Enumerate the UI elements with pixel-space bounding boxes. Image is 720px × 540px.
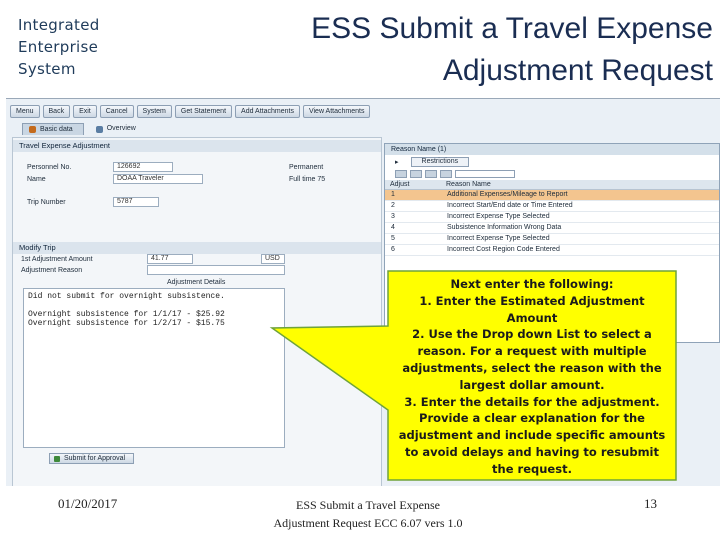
- permanent-label: Permanent: [289, 164, 324, 171]
- callout-line: the request.: [492, 461, 572, 476]
- toolbar-button-view-attachments[interactable]: View Attachments: [302, 105, 371, 118]
- callout-line: 2. Use the Drop down List to select a: [412, 327, 652, 342]
- brand-line-1: Integrated: [18, 16, 100, 34]
- toolbar-button-system[interactable]: System: [136, 105, 172, 118]
- toolbar: Menu Back Exit Cancel System Get Statement Add…: [10, 105, 371, 118]
- submit-button-label: Submit for Approval: [64, 455, 126, 462]
- details-textarea[interactable]: Did not submit for overnight subsistence…: [23, 288, 285, 448]
- brand-line-2: Enterprise: [18, 38, 99, 56]
- restrictions-button[interactable]: Restrictions: [410, 156, 470, 167]
- reason-name: Subsistence Information Wrong Data: [441, 222, 719, 234]
- name-label: Name: [27, 176, 46, 183]
- modify-section-header: Modify Trip: [13, 242, 381, 254]
- callout-line: 1. Enter the Estimated Adjustment: [419, 293, 645, 308]
- brand-line-3: System: [18, 60, 76, 78]
- reason-row[interactable]: 1 Additional Expenses/Mileage to Report: [385, 189, 719, 201]
- reason-table: Adjust Reason Name 1 Additional Expenses/…: [385, 180, 719, 256]
- reason-number: 3: [385, 211, 441, 223]
- reason-dropdown[interactable]: [147, 265, 285, 275]
- reason-number: 4: [385, 222, 441, 234]
- amount-label: 1st Adjustment Amount: [21, 256, 93, 263]
- basic-data-icon: [29, 126, 36, 133]
- callout-line: largest dollar amount.: [459, 377, 605, 392]
- travel-section-header: Travel Expense Adjustment: [13, 140, 381, 152]
- toolbar-button-back[interactable]: Back: [42, 105, 71, 118]
- toolbar-button-add-attachments[interactable]: Add Attachments: [235, 105, 300, 118]
- overview-icon: [95, 125, 103, 133]
- reason-row[interactable]: 3 Incorrect Expense Type Selected: [385, 211, 719, 223]
- personnel-label: Personnel No.: [27, 164, 72, 171]
- slide-title-line-1: ESS Submit a Travel Expense: [311, 12, 713, 45]
- name-field: DOAA Traveler: [113, 174, 203, 184]
- toolbar-button-exit[interactable]: Exit: [73, 105, 97, 118]
- slide-title: ESS Submit a Travel Expense Adjustment R…: [255, 8, 713, 92]
- reason-popup-title: Reason Name (1): [385, 144, 719, 155]
- callout-line: Provide a clear explanation for the: [419, 411, 645, 426]
- trip-field: 5787: [113, 197, 159, 207]
- popup-icon-bar: [385, 168, 719, 180]
- reason-row[interactable]: 2 Incorrect Start/End date or Time Entere…: [385, 200, 719, 212]
- reason-label: Adjustment Reason: [21, 267, 83, 274]
- submit-for-approval-button[interactable]: Submit for Approval: [49, 453, 135, 464]
- callout-line: adjustment and include specific amounts: [398, 428, 666, 443]
- print-icon[interactable]: [440, 170, 452, 178]
- callout-text: Next enter the following: 1. Enter the Es…: [394, 276, 670, 478]
- reason-row[interactable]: 4 Subsistence Information Wrong Data: [385, 222, 719, 234]
- callout-line: 3. Enter the details for the adjustment.: [404, 394, 660, 409]
- details-label: Adjustment Details: [167, 279, 226, 286]
- submit-icon: [54, 455, 60, 462]
- toolbar-button-menu[interactable]: Menu: [10, 105, 40, 118]
- callout-line: adjustments, select the reason with the: [402, 360, 662, 375]
- tab-basic-data-label: Basic data: [40, 125, 73, 133]
- sort-icon[interactable]: [425, 170, 437, 178]
- callout-line: to avoid delays and having to resubmit: [404, 444, 659, 459]
- reason-row[interactable]: 6 Incorrect Cost Region Code Entered: [385, 244, 719, 256]
- reason-name: Incorrect Cost Region Code Entered: [441, 244, 719, 256]
- callout-line: Next enter the following:: [450, 277, 614, 291]
- callout-line: reason. For a request with multiple: [417, 344, 647, 359]
- footer-caption: ESS Submit a Travel Expense Adjustment R…: [238, 496, 498, 532]
- toolbar-button-cancel[interactable]: Cancel: [99, 105, 134, 118]
- reason-name: Incorrect Expense Type Selected: [441, 233, 719, 245]
- column-reason-name: Reason Name: [441, 180, 719, 190]
- reason-number: 5: [385, 233, 441, 245]
- filter-icon[interactable]: [410, 170, 422, 178]
- reason-number: 2: [385, 200, 441, 212]
- trip-label: Trip Number: [27, 199, 66, 206]
- currency-field: USD: [261, 254, 285, 264]
- tab-strip: Basic data Overview: [22, 123, 146, 135]
- slide-title-line-2: Adjustment Request: [442, 54, 713, 87]
- toolbar-button-get-statement[interactable]: Get Statement: [174, 105, 233, 118]
- reason-number: 1: [385, 189, 441, 201]
- personnel-field: 126692: [113, 162, 173, 172]
- footer-caption-line-2: Adjustment Request ECC 6.07 vers 1.0: [273, 516, 463, 530]
- reason-name: Additional Expenses/Mileage to Report: [441, 189, 719, 201]
- reason-number: 6: [385, 244, 441, 256]
- fulltime-label: Full time 75: [289, 176, 326, 183]
- expand-arrow-icon[interactable]: ▸: [395, 158, 399, 166]
- footer-page-number: 13: [644, 496, 657, 511]
- tab-basic-data[interactable]: Basic data: [22, 123, 84, 135]
- footer-date: 01/20/2017: [58, 496, 118, 511]
- column-adjust: Adjust: [385, 180, 441, 190]
- amount-input[interactable]: 41.77: [147, 254, 193, 264]
- check-icon[interactable]: [395, 170, 407, 178]
- tab-overview-label: Overview: [106, 125, 136, 132]
- reason-name: Incorrect Expense Type Selected: [441, 211, 719, 223]
- tab-overview[interactable]: Overview: [90, 123, 146, 135]
- reason-name: Incorrect Start/End date or Time Entered: [441, 200, 719, 212]
- restrictions-row: ▸ Restrictions: [385, 155, 719, 168]
- travel-expense-form: Travel Expense Adjustment Personnel No. …: [12, 137, 382, 486]
- brand-logo-text: Integrated Enterprise System: [18, 14, 138, 80]
- callout-line: Amount: [506, 310, 558, 325]
- search-box[interactable]: [455, 170, 515, 178]
- footer-caption-line-1: ESS Submit a Travel Expense: [295, 498, 440, 512]
- reason-row[interactable]: 5 Incorrect Expense Type Selected: [385, 233, 719, 245]
